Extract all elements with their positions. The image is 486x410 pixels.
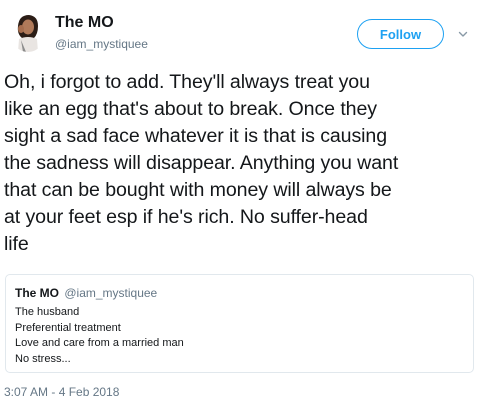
tweet-timestamp[interactable]: 3:07 AM - 4 Feb 2018 — [4, 385, 119, 399]
follow-button[interactable]: Follow — [357, 19, 444, 49]
tweet-text-line: at your feet esp if he's rich. No suffer… — [4, 206, 368, 228]
quoted-tweet[interactable]: The MO @iam_mystiquee The husband Prefer… — [5, 274, 474, 373]
quoted-tweet-line: No stress... — [15, 352, 71, 365]
tweet-text: Oh, i forgot to add. They'll always trea… — [4, 69, 482, 258]
quoted-tweet-header: The MO @iam_mystiquee — [15, 286, 157, 300]
quoted-tweet-text: The husband Preferential treatment Love … — [15, 305, 184, 367]
author-handle[interactable]: @iam_mystiquee — [55, 37, 148, 51]
tweet-text-line: sight a sad face whatever it is that is … — [4, 125, 388, 147]
avatar-image — [10, 12, 46, 52]
author-name[interactable]: The MO — [55, 14, 114, 32]
quoted-tweet-line: Love and care from a married man — [15, 337, 184, 349]
tweet-text-line: Oh, i forgot to add. They'll always trea… — [4, 71, 370, 93]
chevron-down-icon[interactable] — [457, 28, 469, 40]
tweet-text-line: that can be bought with money will alway… — [4, 179, 392, 201]
tweet-text-line: like an egg that's about to break. Once … — [4, 98, 377, 120]
avatar[interactable] — [10, 12, 46, 52]
quoted-author-name: The MO — [15, 286, 59, 300]
quoted-tweet-line: The husband — [15, 306, 80, 318]
quoted-author-handle: @iam_mystiquee — [64, 286, 158, 300]
tweet-text-line: life — [4, 233, 29, 255]
quoted-tweet-line: Preferential treatment — [15, 321, 121, 334]
tweet-text-line: the sadness will disappear. Anything you… — [4, 152, 399, 174]
tweet-card: The MO @iam_mystiquee Follow Oh, i forgo… — [0, 0, 486, 410]
